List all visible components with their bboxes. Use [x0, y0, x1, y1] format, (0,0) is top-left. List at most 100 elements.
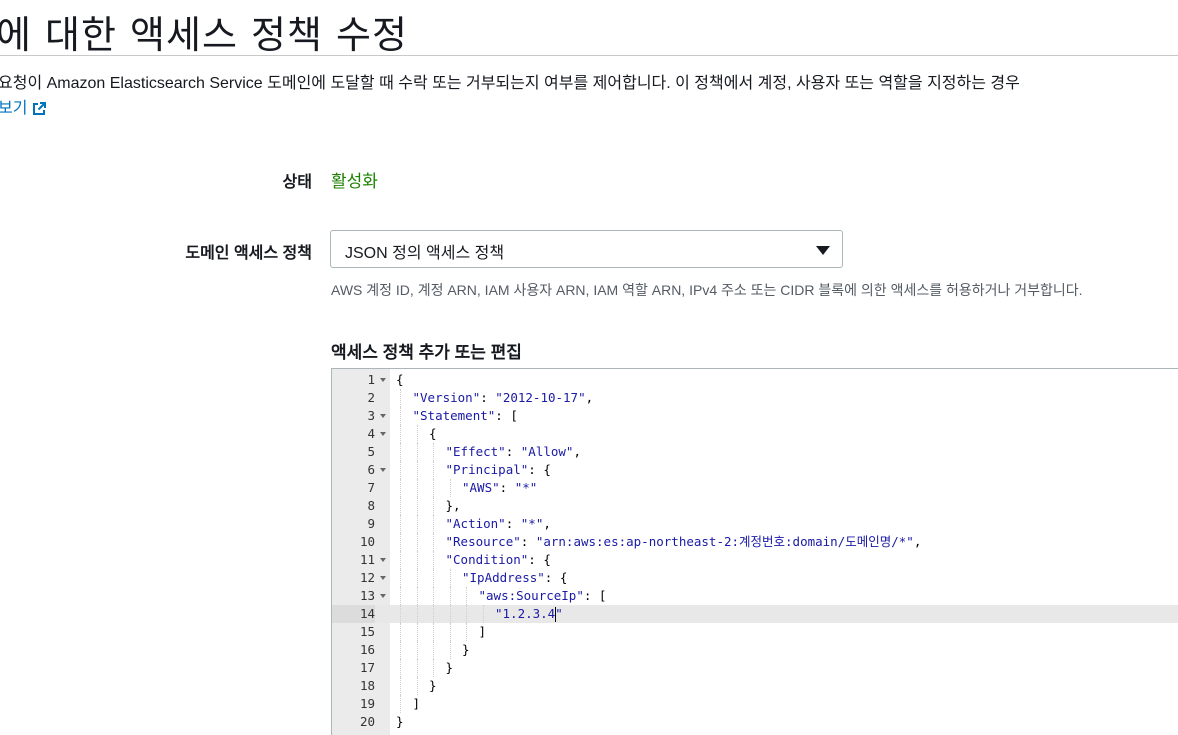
editor-line: 5 "Effect": "Allow", — [332, 443, 1178, 461]
code-text: "IpAddress": { — [462, 570, 568, 585]
learn-more-label: 보기 — [0, 100, 28, 117]
indent-guide — [433, 515, 434, 533]
page-title: 에 대한 액세스 정책 수정 — [0, 13, 408, 57]
code-text: "aws:SourceIp": [ — [478, 588, 607, 603]
code-text: "Version": "2012-10-17", — [412, 390, 594, 405]
indent-guide — [400, 641, 401, 659]
code-text: }, — [445, 498, 461, 513]
editor-line: 8}, — [332, 497, 1178, 515]
editor-line: 12 "IpAddress": { — [332, 569, 1178, 587]
line-number: 18 — [359, 678, 375, 693]
indent-guide — [400, 677, 401, 695]
indent-guide — [400, 569, 401, 587]
editor-line: 4{ — [332, 425, 1178, 443]
line-number: 15 — [359, 624, 375, 639]
fold-toggle-icon[interactable] — [379, 587, 389, 605]
indent-guide — [466, 587, 467, 605]
fold-toggle-icon[interactable] — [379, 551, 389, 569]
code-text: { — [396, 372, 404, 387]
page-description: 요청이 Amazon Elasticsearch Service 도메인에 도달… — [0, 75, 1020, 92]
line-number: 1 — [367, 372, 375, 387]
code-text: "Action": "*", — [445, 516, 551, 531]
fold-toggle-icon[interactable] — [379, 461, 389, 479]
indent-guide — [400, 407, 401, 425]
indent-guide — [433, 623, 434, 641]
indent-guide — [400, 425, 401, 443]
code-text: "Condition": { — [445, 552, 551, 567]
indent-guide — [416, 587, 418, 605]
indent-guide — [433, 587, 434, 605]
code-text: ] — [412, 696, 421, 711]
caret-down-icon — [816, 246, 830, 255]
line-number: 20 — [359, 714, 375, 729]
indent-guide — [400, 587, 401, 605]
code-text: } — [445, 660, 454, 675]
indent-guide — [482, 605, 484, 623]
line-number: 16 — [359, 642, 375, 657]
code-text: } — [462, 642, 470, 657]
indent-guide — [416, 533, 418, 551]
fold-toggle-icon[interactable] — [379, 425, 389, 443]
editor-line: 19] — [332, 695, 1178, 713]
indent-guide — [433, 605, 434, 623]
indent-guide — [400, 533, 401, 551]
indent-guide — [400, 389, 401, 407]
indent-guide — [416, 569, 418, 587]
indent-guide — [433, 551, 434, 569]
line-number: 12 — [359, 570, 375, 585]
editor-line: 17} — [332, 659, 1178, 677]
indent-guide — [433, 569, 434, 587]
indent-guide — [449, 587, 451, 605]
external-link-icon — [33, 102, 47, 115]
line-number: 8 — [367, 498, 375, 513]
status-label: 상태 — [282, 174, 312, 191]
editor-line: 1{ — [332, 371, 1178, 389]
fold-toggle-icon[interactable] — [379, 569, 389, 587]
line-number: 2 — [367, 390, 375, 405]
indent-guide — [449, 623, 451, 641]
line-number: 19 — [359, 696, 375, 711]
code-text: { — [429, 426, 437, 441]
indent-guide — [433, 533, 434, 551]
indent-guide — [400, 479, 401, 497]
indent-guide — [416, 659, 418, 677]
line-number: 6 — [367, 462, 375, 477]
indent-guide — [416, 641, 418, 659]
editor-heading: 액세스 정책 추가 또는 편집 — [331, 343, 522, 362]
indent-guide — [466, 605, 467, 623]
indent-guide — [449, 479, 451, 497]
editor-line: 6 "Principal": { — [332, 461, 1178, 479]
indent-guide — [416, 461, 418, 479]
editor-line: 7 "AWS": "*" — [332, 479, 1178, 497]
indent-guide — [400, 497, 401, 515]
access-policy-select[interactable]: JSON 정의 액세스 정책 — [330, 230, 843, 268]
indent-guide — [400, 515, 401, 533]
line-number: 14 — [332, 605, 375, 623]
line-number: 11 — [359, 552, 375, 567]
editor-line: 16} — [332, 641, 1178, 659]
indent-guide — [433, 479, 434, 497]
policy-json-editor[interactable]: 1{2 "Version": "2012-10-17", 3 "Statement":… — [331, 368, 1178, 735]
line-number: 4 — [367, 426, 375, 441]
code-text: "1.2.3.4" — [495, 606, 563, 621]
fold-toggle-icon[interactable] — [379, 371, 389, 389]
code-text: "Resource": "arn:aws:es:ap-northeast-2:계… — [445, 534, 922, 549]
indent-guide — [400, 443, 401, 461]
indent-guide — [416, 425, 418, 443]
code-text: "Principal": { — [445, 462, 551, 477]
line-number: 7 — [367, 480, 375, 495]
indent-guide — [433, 443, 434, 461]
editor-line: 20} — [332, 713, 1178, 731]
learn-more-link[interactable]: 보기 — [0, 99, 47, 119]
fold-toggle-icon[interactable] — [379, 407, 389, 425]
indent-guide — [416, 479, 418, 497]
